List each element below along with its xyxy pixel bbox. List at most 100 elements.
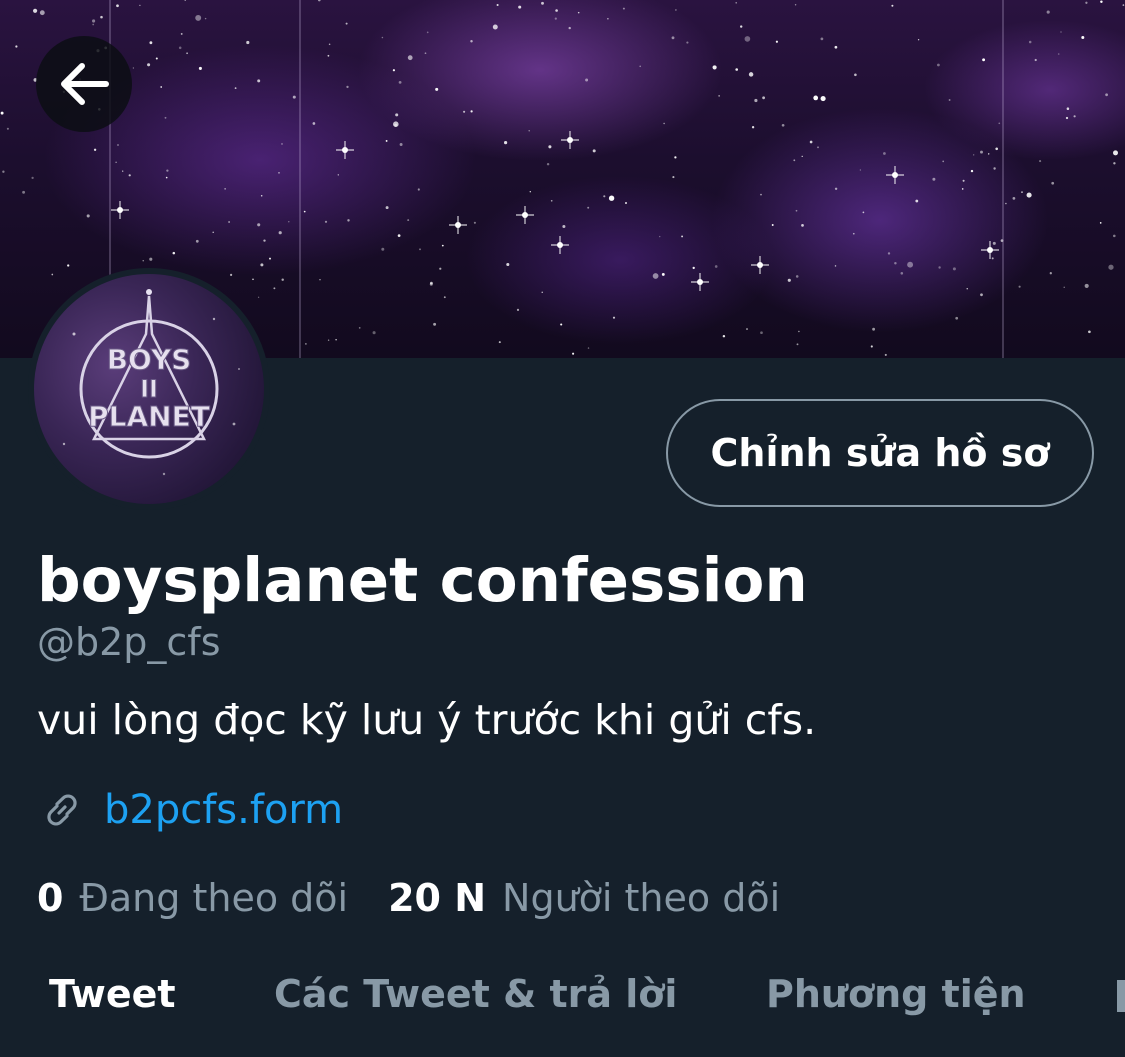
star: [894, 262, 897, 265]
star: [327, 54, 330, 57]
tab-media[interactable]: Phương tiện: [766, 972, 1026, 1016]
star: [529, 191, 531, 193]
star: [1051, 181, 1055, 185]
star: [1113, 162, 1116, 165]
star: [859, 169, 862, 171]
star: [692, 266, 695, 270]
star: [952, 267, 956, 271]
star: [735, 2, 737, 4]
star: [327, 339, 330, 341]
tab-tweets[interactable]: Tweet: [49, 972, 176, 1016]
star: [195, 239, 199, 243]
star: [932, 177, 936, 181]
link-icon: [47, 794, 77, 826]
star: [1028, 40, 1032, 44]
star: [883, 152, 886, 155]
star: [622, 7, 625, 10]
star: [854, 73, 857, 77]
star: [817, 146, 819, 149]
star: [796, 343, 799, 346]
star: [1063, 286, 1065, 288]
star: [433, 322, 437, 326]
star: [1113, 150, 1118, 156]
star: [560, 323, 563, 326]
star: [793, 159, 796, 162]
star: [230, 273, 233, 276]
star: [612, 316, 616, 319]
star: [122, 170, 124, 172]
star: [224, 188, 226, 190]
star: [395, 113, 399, 117]
star: [278, 231, 282, 235]
back-button[interactable]: [36, 36, 132, 132]
star: [67, 264, 70, 267]
star: [970, 169, 974, 173]
following-stat[interactable]: 0 Đang theo dõi: [37, 876, 348, 920]
star: [22, 190, 26, 194]
star: [607, 18, 609, 20]
star: [528, 130, 530, 132]
star: [116, 4, 119, 8]
profile-website-link[interactable]: b2pcfs.form: [104, 787, 343, 833]
star: [51, 273, 54, 276]
star: [463, 110, 466, 113]
star: [273, 287, 276, 290]
star: [1105, 93, 1108, 97]
profile-link-row: b2pcfs.form: [38, 786, 343, 834]
star: [681, 235, 684, 238]
star: [1066, 107, 1070, 110]
star: [260, 263, 264, 267]
star: [754, 98, 758, 103]
star: [587, 347, 590, 349]
star: [426, 31, 429, 34]
star: [15, 45, 18, 48]
star: [1005, 202, 1007, 205]
star: [722, 334, 726, 338]
star: [562, 224, 566, 229]
star: [955, 316, 959, 320]
star: [592, 149, 596, 153]
star: [195, 14, 202, 21]
star: [962, 179, 965, 182]
star: [257, 223, 261, 227]
edit-profile-button[interactable]: Chỉnh sửa hồ sơ: [666, 399, 1094, 507]
star: [172, 251, 176, 255]
star: [186, 52, 188, 55]
star: [234, 87, 237, 89]
tab-tweets-and-replies[interactable]: Các Tweet & trả lời: [274, 972, 677, 1016]
star: [891, 4, 894, 7]
star: [385, 206, 389, 210]
star: [1018, 285, 1021, 288]
star: [1065, 116, 1069, 120]
sparkle-star: [886, 166, 904, 184]
star: [834, 187, 838, 191]
star: [281, 278, 284, 281]
star: [1122, 4, 1125, 6]
star: [661, 272, 665, 276]
star: [257, 79, 261, 83]
star: [93, 148, 97, 151]
star: [674, 156, 677, 159]
profile-avatar[interactable]: BOYS II PLANET: [28, 268, 270, 510]
star: [798, 330, 800, 333]
star: [834, 45, 838, 49]
star: [735, 68, 739, 71]
followers-stat[interactable]: 20 N Người theo dõi: [388, 876, 780, 920]
star: [317, 0, 321, 2]
star: [443, 296, 446, 299]
star: [973, 154, 975, 156]
star: [862, 211, 865, 214]
sparkle-star: [561, 131, 579, 149]
star: [718, 95, 720, 97]
star: [554, 17, 557, 20]
star: [399, 143, 403, 146]
arrow-left-icon: [61, 63, 109, 105]
star: [585, 78, 589, 82]
star: [884, 353, 887, 356]
profile-tabs: Tweet Các Tweet & trả lời Phương tiện: [0, 960, 1125, 1057]
star: [92, 19, 96, 23]
star: [204, 17, 207, 20]
star: [948, 99, 951, 101]
star: [603, 195, 606, 198]
star: [319, 279, 321, 281]
